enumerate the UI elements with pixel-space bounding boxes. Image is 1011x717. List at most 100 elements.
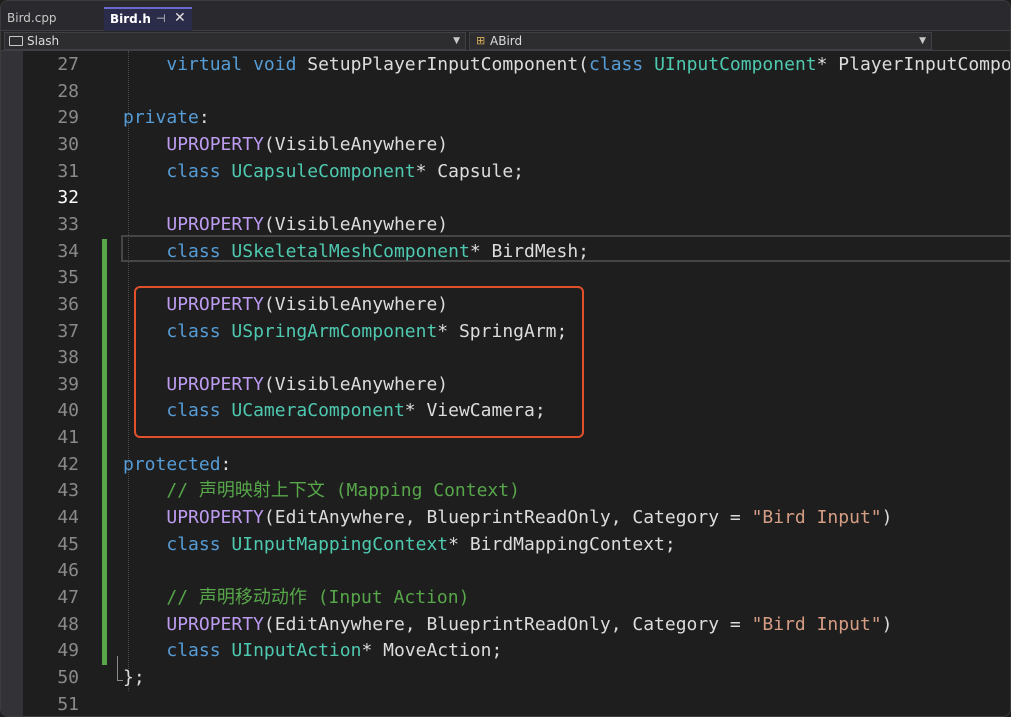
code-text: UPROPERTY(EditAnywhere, BlueprintReadOnl… xyxy=(123,612,892,638)
line-number: 27 xyxy=(57,54,79,75)
line-number: 30 xyxy=(57,133,79,155)
code-token: UCapsuleComponent xyxy=(231,160,416,182)
line-number: 45 xyxy=(57,533,79,555)
document-tab-bar: Bird.cpp Bird.h ⊣ ✕ xyxy=(1,1,1010,31)
close-icon[interactable]: ✕ xyxy=(174,8,186,28)
code-line[interactable]: 49 class UInputAction* MoveAction; xyxy=(1,638,1010,665)
code-line[interactable]: 48 UPROPERTY(EditAnywhere, BlueprintRead… xyxy=(1,612,1010,639)
line-number: 35 xyxy=(57,267,79,289)
code-token: "Bird Input" xyxy=(751,613,882,635)
chevron-down-icon: ▼ xyxy=(919,36,926,46)
line-number: 50 xyxy=(57,666,79,688)
code-token: virtual xyxy=(166,54,243,75)
code-line[interactable]: 43 // 声明映射上下文 (Mapping Context) xyxy=(1,478,1010,505)
code-token: * PlayerInputComponent) xyxy=(816,54,1011,75)
member-dropdown-value: ABird xyxy=(490,34,523,48)
code-token: // 声明移动动作 (Input Action) xyxy=(166,587,470,608)
line-number: 42 xyxy=(57,453,79,475)
line-number: 28 xyxy=(57,80,79,102)
line-number: 47 xyxy=(57,587,79,608)
code-line[interactable]: 31 class UCapsuleComponent* Capsule; xyxy=(1,159,1010,186)
code-line[interactable]: 33 UPROPERTY(VisibleAnywhere) xyxy=(1,212,1010,239)
code-token: private xyxy=(123,107,199,129)
code-token: ) xyxy=(881,613,893,635)
line-number: 37 xyxy=(57,320,79,342)
code-editor-window: Bird.cpp Bird.h ⊣ ✕ Slash ▼ ⊞ ABird ▼ 27… xyxy=(0,0,1011,717)
line-number: 44 xyxy=(57,507,79,529)
code-line[interactable]: 50}; xyxy=(1,665,1010,692)
code-line[interactable]: 27 virtual void SetupPlayerInputComponen… xyxy=(1,52,1011,79)
line-number: 31 xyxy=(57,160,79,182)
code-line[interactable]: 51 xyxy=(1,692,1010,716)
line-number: 33 xyxy=(57,213,79,235)
code-token: // 声明映射上下文 (Mapping Context) xyxy=(166,480,520,502)
code-token: * BirdMesh; xyxy=(469,240,590,262)
code-text: class UCapsuleComponent* Capsule; xyxy=(123,159,524,185)
code-token: : xyxy=(220,453,232,475)
line-number: 39 xyxy=(57,373,79,395)
code-token: UPROPERTY xyxy=(166,213,264,235)
code-token: SetupPlayerInputComponent( xyxy=(296,54,590,75)
code-line[interactable]: 47 // 声明移动动作 (Input Action) xyxy=(1,585,1010,612)
code-editor[interactable]: 27 virtual void SetupPlayerInputComponen… xyxy=(1,51,1011,716)
code-token: UPROPERTY xyxy=(166,613,264,635)
code-line[interactable]: 44 UPROPERTY(EditAnywhere, BlueprintRead… xyxy=(1,505,1010,532)
member-dropdown[interactable]: ⊞ ABird ▼ xyxy=(469,32,932,50)
code-token: }; xyxy=(123,666,145,688)
code-token: class xyxy=(166,640,221,662)
code-line[interactable]: 46 xyxy=(1,558,1010,585)
scope-dropdown[interactable]: Slash ▼ xyxy=(4,32,466,50)
chevron-down-icon: ▼ xyxy=(453,36,460,46)
project-icon xyxy=(9,36,23,46)
line-number: 32 xyxy=(57,187,79,209)
code-line[interactable]: 42 protected: xyxy=(1,452,1010,479)
code-token: (VisibleAnywhere) xyxy=(263,213,449,235)
line-number: 34 xyxy=(57,240,79,262)
code-token: "Bird Input" xyxy=(751,507,882,529)
code-line[interactable]: 45 class UInputMappingContext* BirdMappi… xyxy=(1,532,1010,559)
code-text: UPROPERTY(VisibleAnywhere) xyxy=(123,132,448,158)
code-text: }; xyxy=(123,665,145,691)
code-token: * Capsule; xyxy=(415,160,524,182)
code-line[interactable]: 34 class USkeletalMeshComponent* BirdMes… xyxy=(1,239,1010,266)
pin-icon[interactable]: ⊣ xyxy=(156,9,166,29)
tab-label: Bird.h xyxy=(110,12,151,26)
code-text: private: xyxy=(123,105,210,131)
code-text: virtual void SetupPlayerInputComponent(c… xyxy=(123,52,1011,78)
annotation-highlight-box xyxy=(134,286,584,438)
line-number: 51 xyxy=(57,693,79,715)
code-token: UInputAction xyxy=(231,640,362,662)
code-token: class xyxy=(589,54,644,75)
code-line[interactable]: 29 private: xyxy=(1,105,1010,132)
code-token: (EditAnywhere, BlueprintReadOnly, Catego… xyxy=(263,507,752,529)
code-line[interactable]: 30 UPROPERTY(VisibleAnywhere) xyxy=(1,132,1010,159)
code-line[interactable]: 28 xyxy=(1,79,1010,106)
code-token: protected xyxy=(123,453,221,475)
code-token: class xyxy=(166,533,221,555)
line-number: 49 xyxy=(57,640,79,662)
tab-bird-h[interactable]: Bird.h ⊣ ✕ xyxy=(104,7,192,31)
code-text: class UInputAction* MoveAction; xyxy=(123,638,502,664)
code-token: UInputComponent xyxy=(654,54,817,75)
tab-bird-cpp[interactable]: Bird.cpp xyxy=(1,7,101,31)
code-line[interactable]: 32 xyxy=(1,185,1010,212)
line-number: 38 xyxy=(57,347,79,369)
code-token: USkeletalMeshComponent xyxy=(231,240,470,262)
code-token: UInputMappingContext xyxy=(231,533,449,555)
line-number: 40 xyxy=(57,400,79,422)
code-token: class xyxy=(166,240,221,262)
code-text: UPROPERTY(VisibleAnywhere) xyxy=(123,212,448,238)
